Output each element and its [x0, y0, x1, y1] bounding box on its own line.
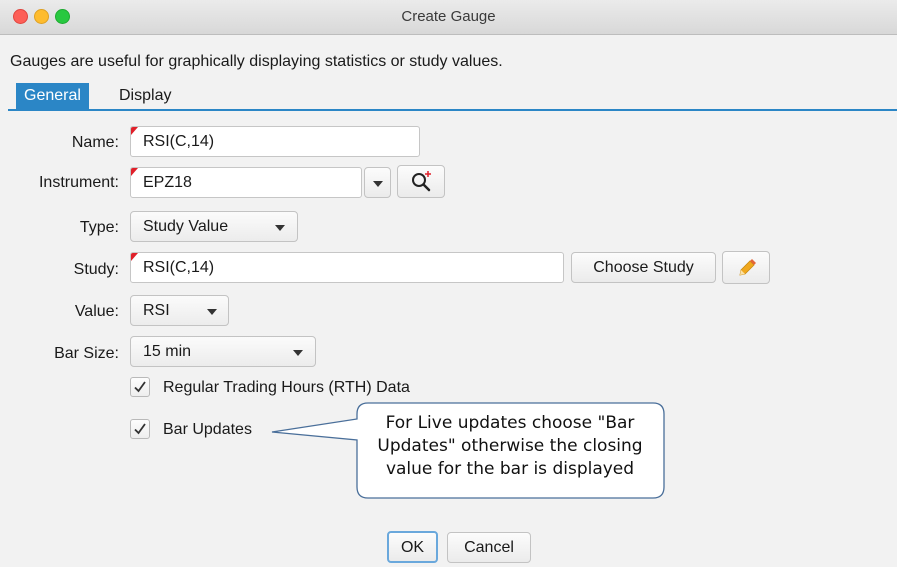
chevron-down-icon — [207, 309, 217, 315]
bar-updates-checkbox[interactable] — [130, 419, 150, 439]
chevron-down-icon — [293, 350, 303, 356]
study-label: Study: — [73, 261, 119, 278]
dialog-content: Gauges are useful for graphically displa… — [0, 35, 897, 567]
name-label: Name: — [71, 134, 119, 151]
cancel-button[interactable]: Cancel — [447, 532, 531, 563]
window-title: Create Gauge — [401, 8, 496, 25]
required-marker — [131, 168, 138, 176]
bar-size-label: Bar Size: — [54, 345, 119, 362]
bar-size-value: 15 min — [143, 343, 192, 360]
rth-checkbox[interactable] — [130, 377, 150, 397]
type-value: Study Value — [143, 218, 229, 235]
name-field[interactable]: RSI(C,14) — [130, 126, 420, 157]
tab-general[interactable]: General — [16, 83, 89, 109]
dialog-description: Gauges are useful for graphically displa… — [10, 53, 503, 70]
choose-study-button[interactable]: Choose Study — [571, 252, 716, 283]
pencil-icon — [739, 259, 756, 276]
study-value: RSI(C,14) — [143, 259, 215, 276]
instrument-label: Instrument: — [38, 174, 119, 191]
required-marker — [131, 253, 138, 261]
value-label: Value: — [74, 303, 119, 320]
type-select[interactable]: Study Value — [130, 211, 298, 242]
title-bar: Create Gauge — [0, 0, 897, 35]
instrument-dropdown-button[interactable] — [364, 167, 391, 198]
callout-line: Updates" otherwise the closing — [377, 436, 643, 456]
value-selected: RSI — [143, 302, 170, 319]
rth-label[interactable]: Regular Trading Hours (RTH) Data — [163, 379, 410, 397]
instrument-field[interactable]: EPZ18 — [130, 167, 362, 198]
edit-study-button[interactable] — [722, 251, 770, 284]
ok-button[interactable]: OK — [387, 531, 438, 563]
instrument-value: EPZ18 — [143, 174, 192, 191]
search-plus-icon — [412, 171, 431, 192]
study-field[interactable]: RSI(C,14) — [130, 252, 564, 283]
chevron-down-icon — [275, 225, 285, 231]
checkmark-icon — [134, 381, 146, 393]
name-value: RSI(C,14) — [143, 133, 215, 150]
tab-bar: General Display — [8, 83, 897, 111]
bar-size-select[interactable]: 15 min — [130, 336, 316, 367]
callout-text: For Live updates choose "Bar Updates" ot… — [356, 412, 664, 481]
bar-updates-label[interactable]: Bar Updates — [163, 421, 252, 439]
value-select[interactable]: RSI — [130, 295, 229, 326]
instrument-search-button[interactable] — [397, 165, 445, 198]
type-label: Type: — [79, 219, 119, 236]
callout-line: value for the bar is displayed — [385, 459, 635, 479]
callout-line: For Live updates choose "Bar — [385, 413, 635, 433]
required-marker — [131, 127, 138, 135]
tab-display[interactable]: Display — [111, 83, 179, 109]
chevron-down-icon — [373, 181, 383, 187]
checkmark-icon — [134, 423, 146, 435]
